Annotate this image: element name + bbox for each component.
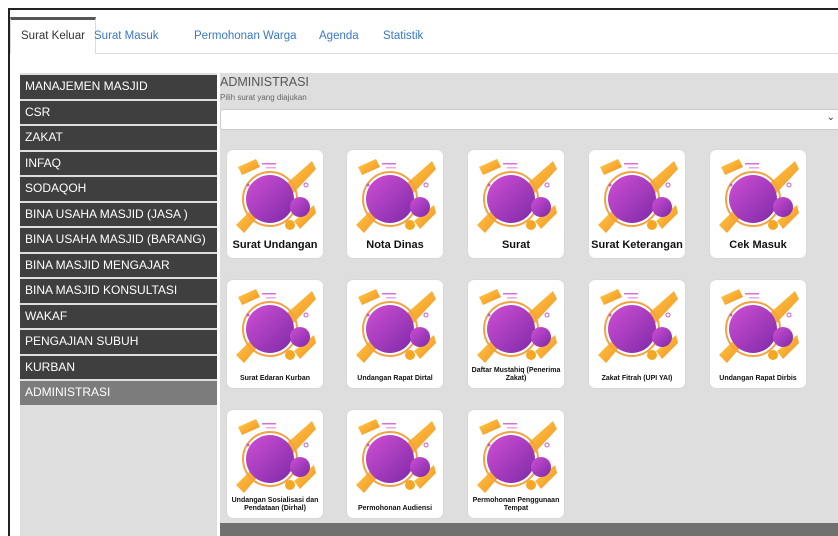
card-label: Undangan Rapat Dirbis [719,374,797,382]
card-illustration [596,155,678,235]
card-label: Surat Keterangan [591,239,683,251]
card-cek-masuk[interactable]: Cek Masuk [710,150,806,258]
card-surat[interactable]: Surat [468,150,564,258]
sidebar: MANAJEMEN MASJID CSR ZAKAT INFAQ SODAQOH… [20,73,217,536]
tab-surat-keluar[interactable]: Surat Keluar [10,17,96,54]
card-label: Undangan Sosialisasi dan Pendataan (Dirh… [231,497,319,512]
card-illustration [475,155,557,235]
page-title: ADMINISTRASI [220,75,309,89]
main-panel: ADMINISTRASI Pilih surat yang diajukan ⌄… [220,73,838,536]
card-illustration [234,415,316,495]
tab-agenda[interactable]: Agenda [311,18,367,54]
tab-statistik[interactable]: Statistik [375,18,431,54]
card-label: Nota Dinas [366,239,424,251]
card-label: Zakat Fitrah (UPI YAI) [601,374,673,382]
tab-bar: Surat Keluar Surat Masuk Permohonan Warg… [10,10,838,54]
card-label: Cek Masuk [729,239,787,251]
card-permohonan-audiensi[interactable]: Permohonan Audiensi [347,410,443,518]
sidebar-item-csr[interactable]: CSR [20,100,217,124]
tab-permohonan-warga[interactable]: Permohonan Warga [186,18,305,54]
card-illustration [234,285,316,365]
card-label: Surat [501,239,531,251]
card-undangan-sosialisasi[interactable]: Undangan Sosialisasi dan Pendataan (Dirh… [227,410,323,518]
card-label: Surat Edaran Kurban [239,374,310,382]
tab-surat-masuk[interactable]: Surat Masuk [86,18,167,54]
card-label: Daftar Mustahiq (Penerima Zakat) [471,367,561,382]
card-label: Permohonan Audiensi [357,504,433,512]
card-surat-keterangan[interactable]: Surat Keterangan [589,150,685,258]
card-label: Surat Undangan [232,239,318,251]
card-illustration [354,155,436,235]
sidebar-item-infaq[interactable]: INFAQ [20,151,217,175]
card-illustration [717,285,799,365]
sidebar-item-wakaf[interactable]: WAKAF [20,304,217,328]
card-nota-dinas[interactable]: Nota Dinas [347,150,443,258]
page-subtitle: Pilih surat yang diajukan [220,93,307,102]
card-illustration [596,285,678,365]
card-label: Undangan Rapat Dirtal [357,374,433,382]
sidebar-item-administrasi[interactable]: ADMINISTRASI [20,381,217,405]
sidebar-item-bina-usaha-barang[interactable]: BINA USAHA MASJID (BARANG) [20,228,217,252]
footer-bar [220,523,838,536]
card-illustration [475,415,557,495]
card-illustration [354,415,436,495]
sidebar-item-sodaqoh[interactable]: SODAQOH [20,177,217,201]
card-illustration [354,285,436,365]
sidebar-item-kurban[interactable]: KURBAN [20,355,217,379]
card-surat-edaran-kurban[interactable]: Surat Edaran Kurban [227,280,323,388]
sidebar-item-pengajian-subuh[interactable]: PENGAJIAN SUBUH [20,330,217,354]
sidebar-item-zakat[interactable]: ZAKAT [20,126,217,150]
app-frame: Surat Keluar Surat Masuk Permohonan Warg… [8,8,838,536]
card-undangan-rapat-dirbis[interactable]: Undangan Rapat Dirbis [710,280,806,388]
card-daftar-mustahiq[interactable]: Daftar Mustahiq (Penerima Zakat) [468,280,564,388]
card-label: Permohonan Penggunaan Tempat [472,497,560,512]
card-illustration [475,285,557,365]
card-undangan-rapat-dirtal[interactable]: Undangan Rapat Dirtal [347,280,443,388]
chevron-down-icon: ⌄ [826,112,835,123]
sidebar-item-bina-usaha-jasa[interactable]: BINA USAHA MASJID (JASA ) [20,202,217,226]
card-permohonan-penggunaan-tempat[interactable]: Permohonan Penggunaan Tempat [468,410,564,518]
card-illustration [234,155,316,235]
sidebar-item-bina-masjid-konsultasi[interactable]: BINA MASJID KONSULTASI [20,279,217,303]
card-illustration [717,155,799,235]
letter-type-select[interactable]: ⌄ [220,109,838,130]
card-zakat-fitrah[interactable]: Zakat Fitrah (UPI YAI) [589,280,685,388]
sidebar-item-bina-masjid-mengajar[interactable]: BINA MASJID MENGAJAR [20,253,217,277]
sidebar-item-manajemen-masjid[interactable]: MANAJEMEN MASJID [20,75,217,99]
card-surat-undangan[interactable]: Surat Undangan [227,150,323,258]
